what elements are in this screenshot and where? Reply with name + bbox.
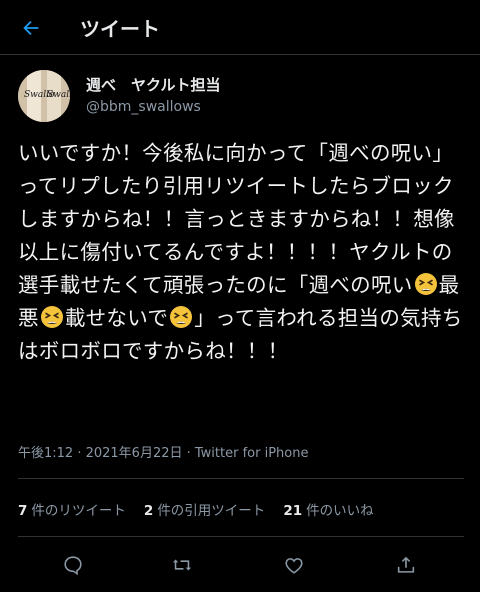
author-display-name[interactable]: 週べ ヤクルト担当 bbox=[86, 74, 221, 95]
action-bar bbox=[0, 550, 480, 580]
retweets-count: 7 bbox=[18, 503, 28, 519]
retweet-button[interactable] bbox=[167, 550, 197, 580]
likes-count: 21 bbox=[283, 503, 303, 519]
avatar[interactable]: Swallo Swallo bbox=[18, 70, 70, 122]
retweet-icon bbox=[172, 559, 192, 571]
tweet-body: いいですか！今後私に向かって「週べの呪い」ってリプしたり引用リツイートしたらブロ… bbox=[18, 137, 464, 368]
share-icon bbox=[397, 556, 415, 573]
tweet-meta: 午後1:12 · 2021年6月22日 · Twitter for iPhone bbox=[18, 442, 308, 461]
tired-face-emoji bbox=[170, 306, 193, 328]
quotes-stat[interactable]: 2 件の引用ツイート bbox=[144, 499, 265, 519]
retweets-label: 件のリツイート bbox=[31, 503, 126, 519]
page-title: ツイート bbox=[80, 17, 160, 41]
tweet-timestamp[interactable]: 午後1:12 · 2021年6月22日 · bbox=[18, 446, 195, 461]
baseball-bat-swallows-avatar: Swallo Swallo bbox=[18, 70, 70, 122]
back-button[interactable] bbox=[14, 12, 48, 44]
top-bar: ツイート bbox=[0, 0, 480, 55]
avatar-text-right: Swallo bbox=[47, 90, 70, 100]
tired-face-emoji bbox=[414, 273, 437, 295]
tired-face-emoji bbox=[40, 306, 63, 328]
quotes-label: 件の引用ツイート bbox=[157, 503, 266, 519]
reply-button[interactable] bbox=[58, 550, 88, 580]
heart-icon bbox=[285, 558, 303, 574]
tweet-text-part-1: いいですか！今後私に向かって「週べの呪い」ってリプしたり引用リツイートしたらブロ… bbox=[18, 141, 455, 297]
share-button[interactable] bbox=[391, 550, 421, 580]
divider bbox=[18, 478, 464, 479]
tweet-text-part-3: 載せないで bbox=[64, 306, 169, 330]
tweet-source[interactable]: Twitter for iPhone bbox=[195, 446, 309, 461]
tweet-stats: 7 件のリツイート 2 件の引用ツイート 21 件のいいね bbox=[18, 499, 464, 519]
likes-label: 件のいいね bbox=[306, 503, 374, 519]
author-handle[interactable]: @bbm_swallows bbox=[86, 99, 201, 115]
divider bbox=[18, 536, 464, 537]
reply-icon bbox=[64, 556, 82, 576]
likes-stat[interactable]: 21 件のいいね bbox=[283, 499, 373, 519]
quotes-count: 2 bbox=[143, 503, 154, 519]
like-button[interactable] bbox=[279, 550, 309, 580]
retweets-stat[interactable]: 7 件のリツイート bbox=[18, 499, 126, 519]
arrow-left-icon bbox=[23, 20, 39, 36]
